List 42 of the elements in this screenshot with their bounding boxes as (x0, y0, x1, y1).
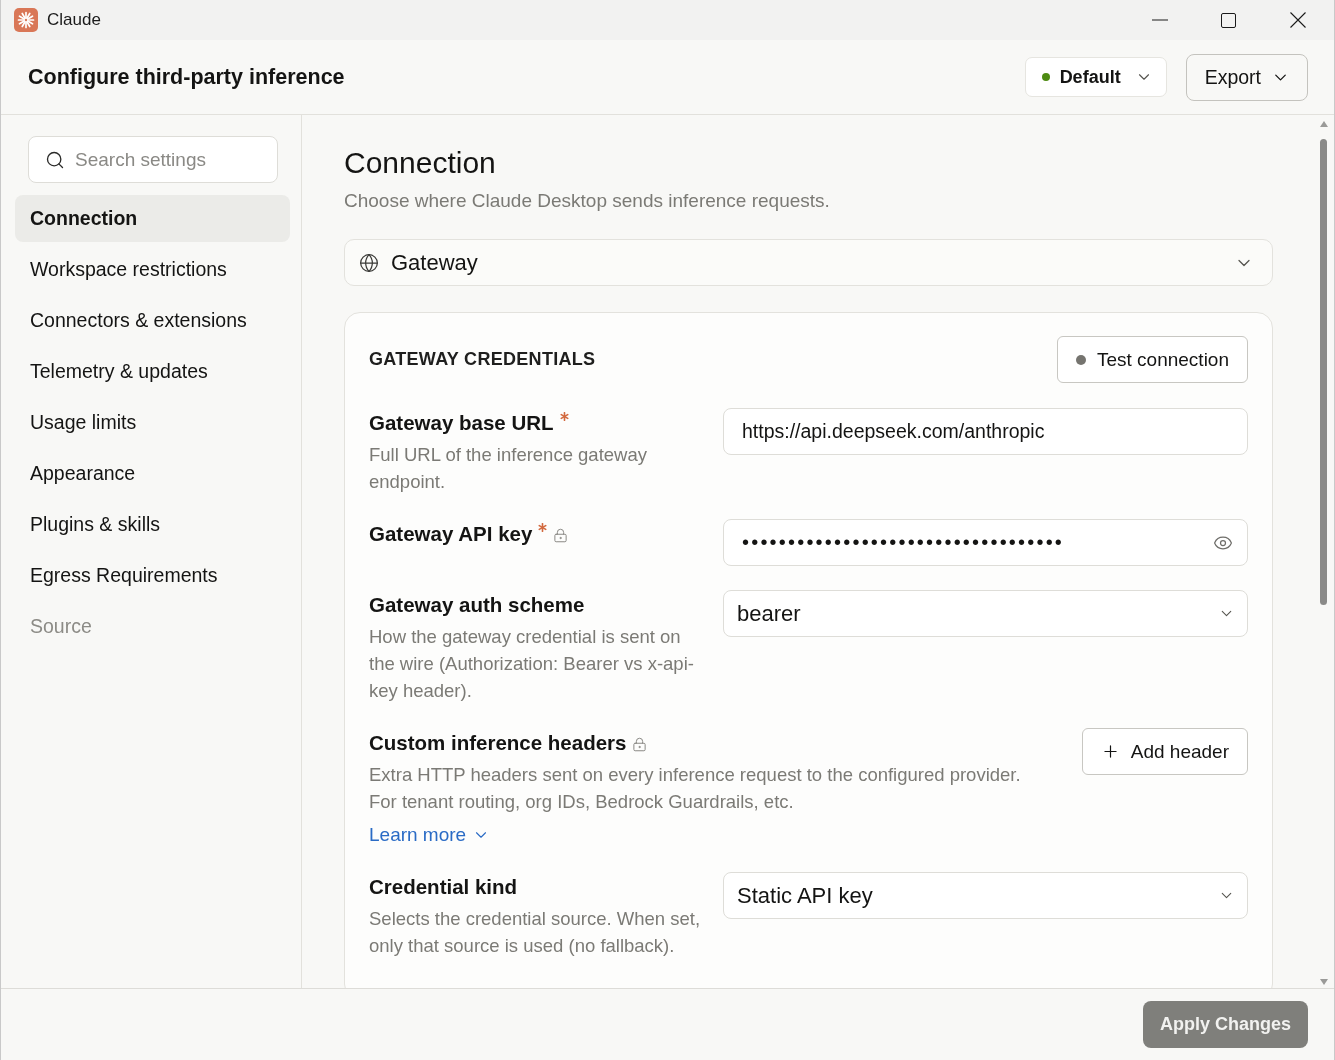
provider-select[interactable]: Gateway (344, 239, 1273, 286)
globe-icon (359, 252, 379, 273)
learn-more-link[interactable]: Learn more (369, 822, 491, 848)
field-label: Gateway auth scheme (369, 592, 585, 618)
sidebar-item[interactable]: Plugins & skills (15, 501, 290, 548)
url-input-field[interactable]: https://api.deepseek.com/anthropic (723, 408, 1248, 455)
search-icon (45, 149, 65, 170)
app-logo-icon (14, 8, 38, 32)
field-label: Credential kind (369, 874, 518, 900)
scrollbar-thumb[interactable] (1320, 139, 1327, 605)
scroll-down-arrow-icon[interactable] (1320, 979, 1328, 985)
page-title: Configure third-party inference (28, 64, 345, 90)
field-description: Extra HTTP headers sent on every inference request to the configured provider. For tenant routing, org IDs, Bedrock Guardrails, etc. (369, 763, 1022, 814)
profile-dropdown[interactable]: Default (1024, 57, 1167, 97)
sidebar-item[interactable]: Usage limits (15, 399, 290, 446)
select-field[interactable]: bearer (723, 590, 1248, 637)
sidebar-item[interactable]: Telemetry & updates (15, 348, 290, 395)
field-description: How the gateway credential is sent on the wire (Authorization: Bearer vs x-api-key header). (369, 625, 695, 703)
close-icon[interactable] (1289, 12, 1306, 28)
password-field[interactable]: ••••••••••••••••••••••••••••••••••• (723, 519, 1248, 566)
field-description: Full URL of the inference gateway endpoint. (369, 443, 648, 494)
masked-value: ••••••••••••••••••••••••••••••••••• (742, 531, 1065, 554)
card-heading: GATEWAY CREDENTIALS (369, 349, 596, 370)
search-field[interactable]: Search settings (28, 136, 278, 183)
field-label: Gateway API key (369, 521, 533, 547)
add-header-button[interactable]: Add header (1081, 728, 1248, 775)
sidebar-item[interactable]: Appearance (15, 450, 290, 497)
sidebar-item[interactable]: Egress Requirements (15, 552, 290, 599)
field-label: Custom inference headers (369, 730, 627, 756)
sidebar-item[interactable]: Connectors & extensions (15, 297, 290, 344)
field-label: Gateway base URL (369, 410, 554, 436)
window-title: Claude (47, 10, 101, 30)
field-description: Selects the credential source. When set, only that source is used (no fallback). (369, 907, 701, 958)
maximize-icon[interactable] (1221, 12, 1236, 28)
select-field[interactable]: Static API key (723, 872, 1248, 919)
scroll-up-arrow-icon[interactable] (1320, 121, 1328, 127)
test-connection-button[interactable]: Test connection (1056, 336, 1248, 383)
section-subtitle: Choose where Claude Desktop sends inference requests. (344, 189, 831, 213)
export-button[interactable]: Export (1185, 53, 1308, 101)
sidebar-item[interactable]: Workspace restrictions (15, 246, 290, 293)
section-title: Connection (344, 146, 497, 180)
sidebar-item[interactable]: Connection (15, 195, 290, 242)
